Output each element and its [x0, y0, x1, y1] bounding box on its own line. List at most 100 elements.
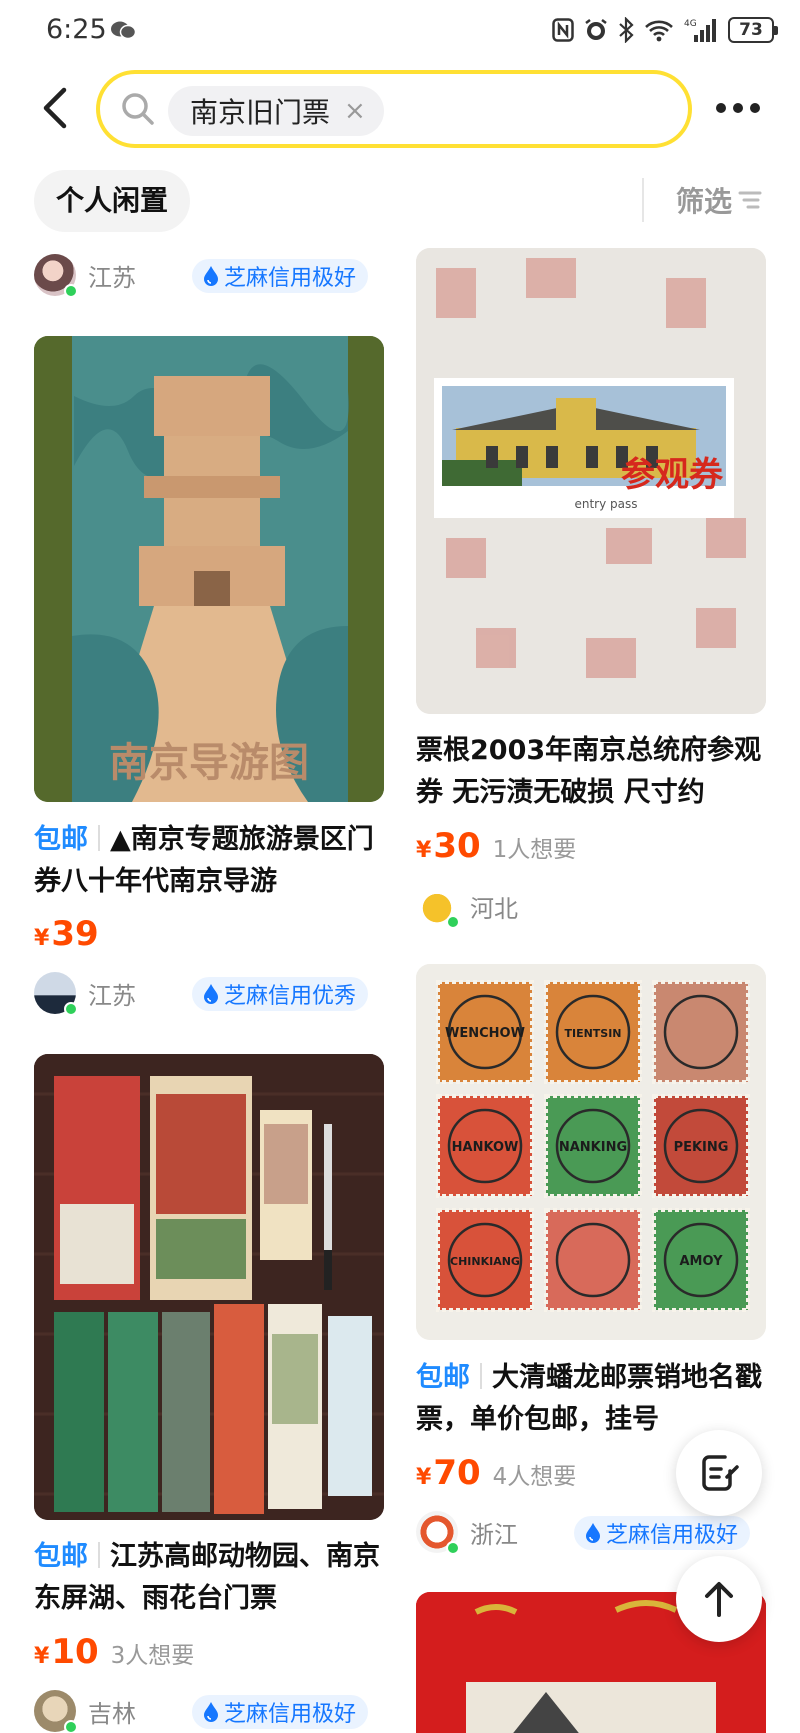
tickets-photo-image [34, 1054, 384, 1520]
online-dot [64, 1720, 78, 1733]
currency-symbol: ¥ [34, 1644, 50, 1669]
battery-indicator: 73 [728, 17, 778, 43]
dragon-stamps-image: WENCHOW TIENTSIN HANKOW NANKING PEKING CHINKI… [416, 964, 766, 1340]
credit-badge: 芝麻信用极好 [192, 1695, 369, 1729]
wechat-icon [111, 21, 136, 40]
credit-text: 芝麻信用极好 [606, 1523, 739, 1548]
seller-region: 江苏 [88, 981, 136, 1010]
product-title[interactable]: 包邮 江苏高邮动物园、南京东屏湖、雨花台门票 [34, 1536, 386, 1620]
price-row: ¥ 10 3人想要 [34, 1632, 194, 1672]
search-query-chip[interactable]: 南京旧门票 × [168, 86, 384, 136]
cell-signal-icon: 4G [684, 19, 716, 42]
price-row: ¥ 39 [34, 914, 99, 954]
free-shipping-tag: 包邮 [34, 1541, 88, 1572]
credit-badge: 芝麻信用优秀 [192, 977, 369, 1011]
free-shipping-tag: 包邮 [416, 1362, 470, 1393]
seller-region: 河北 [470, 894, 518, 923]
tag-separator [98, 825, 100, 851]
credit-text: 芝麻信用优秀 [224, 984, 357, 1009]
filter-label: 筛选 [676, 185, 733, 218]
status-icons: 4G 73 [552, 16, 778, 44]
dot [733, 103, 743, 113]
product-price: 39 [51, 914, 99, 954]
status-bar: 6:25 4G 73 [0, 0, 800, 62]
clear-query-icon[interactable]: × [344, 98, 366, 124]
seller-row[interactable]: 江苏 [34, 253, 136, 298]
seller-row[interactable]: 吉林 [34, 1689, 136, 1733]
seller-avatar [416, 885, 460, 929]
product-title[interactable]: 票根2003年南京总统府参观券 无污渍无破损 尺寸约 [416, 730, 768, 814]
stamp [544, 1208, 642, 1312]
nfc-icon [552, 18, 574, 42]
more-dots-icon[interactable] [716, 98, 766, 118]
seller-region: 吉林 [88, 1699, 136, 1728]
tag-separator [480, 1363, 482, 1389]
product-image[interactable] [34, 1054, 384, 1520]
free-shipping-tag: 包邮 [34, 824, 88, 855]
seller-row[interactable]: 浙江 [416, 1510, 518, 1555]
stamp [652, 980, 750, 1084]
online-dot [446, 915, 460, 929]
postmark-label: TIENTSIN [564, 1027, 621, 1040]
tag-separator [98, 1542, 100, 1568]
credit-badge: 芝麻信用极好 [192, 259, 369, 293]
product-image[interactable]: 参观券 entry pass [416, 248, 766, 714]
currency-symbol: ¥ [34, 926, 50, 951]
stamp: PEKING [652, 1094, 750, 1198]
online-dot [64, 1002, 78, 1016]
online-dot [64, 284, 78, 298]
seller-avatar [34, 1690, 78, 1733]
arrow-up-icon [705, 1582, 733, 1617]
sesame-credit-icon [204, 266, 218, 286]
online-dot [446, 1541, 460, 1555]
guide-map-image: 南京导游图 [34, 336, 384, 802]
stamp: WENCHOW [436, 980, 534, 1084]
product-image[interactable]: WENCHOW TIENTSIN HANKOW NANKING PEKING CHINKI… [416, 964, 766, 1340]
wants-count: 1人想要 [492, 837, 577, 863]
seller-row[interactable]: 江苏 [34, 971, 136, 1016]
seller-row[interactable]: 河北 [416, 884, 518, 929]
draft-note-button[interactable] [676, 1430, 762, 1516]
price-row: ¥ 30 1人想要 [416, 826, 576, 866]
credit-text: 芝麻信用极好 [224, 266, 357, 291]
back-chevron-icon[interactable] [38, 86, 72, 130]
stamp: NANKING [544, 1094, 642, 1198]
product-image[interactable]: 南京导游图 [34, 336, 384, 802]
status-time: 6:25 [46, 14, 107, 45]
search-bar[interactable]: 南京旧门票 × [96, 70, 692, 148]
product-price: 30 [433, 826, 481, 866]
entry-pass-image: 参观券 entry pass [416, 248, 766, 714]
search-icon [122, 93, 154, 125]
wants-count: 4人想要 [492, 1464, 577, 1490]
stamp: AMOY [652, 1208, 750, 1312]
filter-icon [738, 191, 762, 209]
credit-text: 芝麻信用极好 [224, 1702, 357, 1727]
currency-symbol: ¥ [416, 1465, 432, 1490]
filter-button[interactable]: 筛选 [676, 180, 762, 220]
image-caption: 参观券 [621, 455, 724, 495]
postmark-label: PEKING [674, 1140, 729, 1155]
credit-badge: 芝麻信用极好 [574, 1516, 751, 1550]
personal-idle-filter-chip[interactable]: 个人闲置 [34, 170, 191, 232]
postmark-label: AMOY [680, 1254, 724, 1269]
edit-note-icon [702, 1455, 739, 1491]
sesame-credit-icon [586, 1523, 600, 1543]
stamp: TIENTSIN [544, 980, 642, 1084]
product-price: 10 [51, 1632, 99, 1672]
seller-region: 江苏 [88, 263, 136, 292]
product-title[interactable]: 包邮 ▲南京专题旅游景区门券八十年代南京导游 [34, 819, 386, 903]
seller-avatar [34, 972, 78, 1016]
product-title[interactable]: 包邮 大清蟠龙邮票销地名戳票，单价包邮，挂号 [416, 1357, 768, 1441]
wants-count: 3人想要 [110, 1643, 195, 1669]
postmark-label: WENCHOW [445, 1026, 525, 1041]
back-to-top-button[interactable] [676, 1556, 762, 1642]
filter-divider [642, 178, 644, 222]
dot [750, 103, 760, 113]
seller-avatar [416, 1511, 460, 1555]
postmark-label: HANKOW [452, 1140, 519, 1155]
dot [716, 103, 726, 113]
stamp: CHINKIANG [436, 1208, 534, 1312]
price-row: ¥ 70 4人想要 [416, 1453, 576, 1493]
wifi-icon [645, 20, 673, 42]
seller-region: 浙江 [470, 1520, 518, 1549]
